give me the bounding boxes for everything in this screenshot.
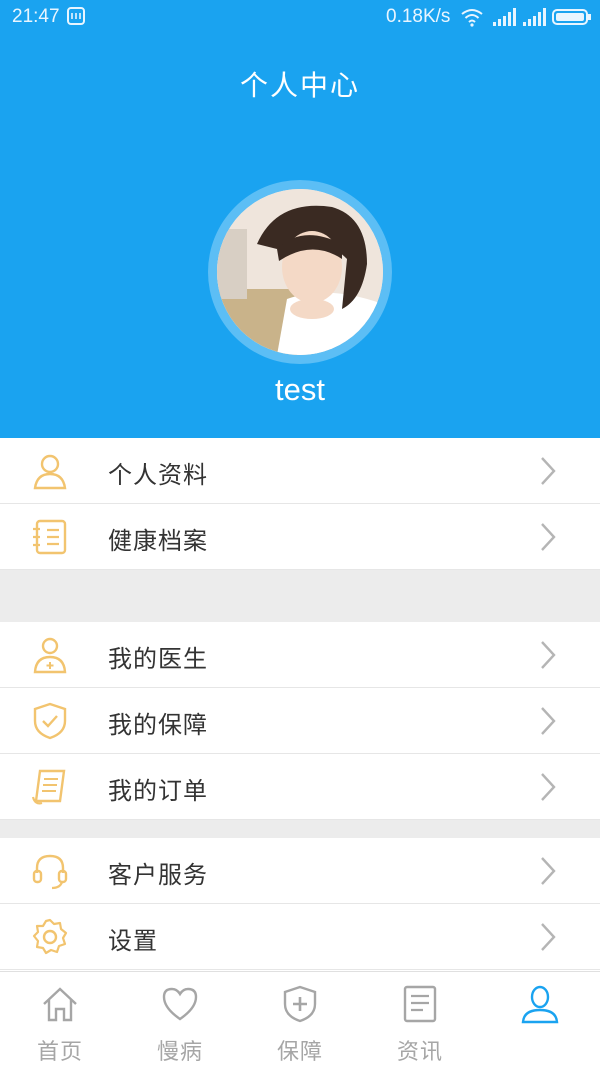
tab-news[interactable]: 资讯	[360, 972, 480, 1068]
doctor-icon	[30, 635, 70, 675]
chevron-right-icon	[538, 705, 558, 737]
news-icon	[400, 984, 440, 1024]
menu-label: 健康档案	[108, 527, 208, 555]
headset-icon	[30, 851, 70, 891]
menu-item-customer-service[interactable]: 客户服务	[0, 838, 600, 904]
menu-label: 设置	[108, 927, 158, 955]
menu-label: 客户服务	[108, 861, 208, 889]
section-divider	[0, 570, 600, 622]
menu-item-settings[interactable]: 设置	[0, 904, 600, 970]
menu-label: 我的订单	[108, 777, 208, 805]
menu-item-my-coverage[interactable]: 我的保障	[0, 688, 600, 754]
tab-label: 资讯	[396, 1040, 443, 1065]
username: test	[275, 372, 325, 407]
menu-label: 个人资料	[108, 461, 208, 489]
tab-home[interactable]: 首页	[0, 972, 120, 1068]
menu-label: 我的医生	[108, 645, 208, 673]
tab-label: 首页	[36, 1040, 83, 1065]
tab-label: 保障	[276, 1040, 323, 1065]
shield-icon	[30, 701, 70, 741]
menu-item-health-record[interactable]: 健康档案	[0, 504, 600, 570]
chevron-right-icon	[538, 455, 558, 487]
profile-icon	[520, 984, 560, 1024]
menu-group-support: 客户服务 设置	[0, 838, 600, 970]
battery-icon	[552, 7, 592, 33]
chevron-right-icon	[538, 921, 558, 953]
health-record-icon	[30, 517, 70, 557]
avatar-image[interactable]	[217, 189, 383, 355]
settings-icon	[30, 917, 70, 957]
menu-group-profile: 个人资料 健康档案	[0, 438, 600, 570]
menu-item-my-orders[interactable]: 我的订单	[0, 754, 600, 820]
order-icon	[30, 767, 70, 807]
net-speed: 0.18K/s	[386, 6, 451, 27]
chevron-right-icon	[538, 855, 558, 887]
signal-icon-2	[522, 7, 546, 33]
user-icon	[30, 451, 70, 491]
menu-item-my-doctor[interactable]: 我的医生	[0, 622, 600, 688]
tab-label: 慢病	[156, 1040, 203, 1065]
section-divider	[0, 820, 600, 838]
menu-item-personal-info[interactable]: 个人资料	[0, 438, 600, 504]
heart-icon	[160, 984, 200, 1024]
tab-profile[interactable]	[480, 972, 600, 1068]
bottom-tab-bar: 首页 慢病 保障 资讯	[0, 971, 600, 1068]
tab-chronic-disease[interactable]: 慢病	[120, 972, 240, 1068]
menu-label: 我的保障	[108, 711, 208, 739]
home-icon	[40, 984, 80, 1024]
signal-icon	[492, 7, 516, 33]
menu-group-services: 我的医生 我的保障 我的订单	[0, 622, 600, 820]
tab-coverage[interactable]: 保障	[240, 972, 360, 1068]
status-bar: 21:47 0.18K/s	[0, 0, 600, 34]
chevron-right-icon	[538, 521, 558, 553]
shield-plus-icon	[280, 984, 320, 1024]
notification-icon	[67, 7, 85, 31]
status-time: 21:47	[12, 6, 60, 27]
page-title: 个人中心	[239, 69, 360, 102]
avatar[interactable]	[208, 180, 392, 364]
profile-header: 个人中心 test	[0, 34, 600, 438]
wifi-icon	[460, 7, 484, 33]
chevron-right-icon	[538, 639, 558, 671]
chevron-right-icon	[538, 771, 558, 803]
